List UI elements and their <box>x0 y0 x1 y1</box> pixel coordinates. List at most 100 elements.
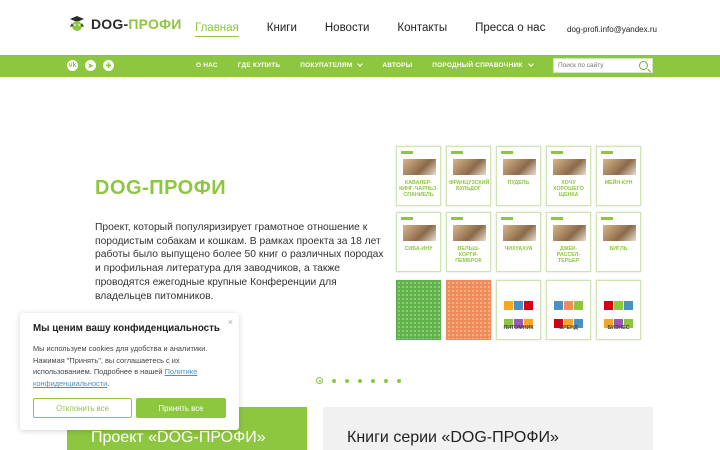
subnav-authors[interactable]: АВТОРЫ <box>382 62 412 69</box>
book-title: СИБА-ИНУ <box>404 246 433 252</box>
social-links: vk ➤ ✚ <box>67 60 121 71</box>
subnav-customers[interactable]: ПОКУПАТЕЛЯМ <box>300 61 364 69</box>
subnav-where-to-buy-label: ГДЕ КУПИТЬ <box>237 62 281 69</box>
top-header: DOG-ПРОФИ Главная Книги Новости Контакты… <box>0 0 720 55</box>
slider-dot[interactable] <box>384 378 388 383</box>
nav-books[interactable]: Книги <box>267 22 297 37</box>
brand-mark <box>401 217 413 220</box>
cookie-text: Мы используем cookies для удобства и ана… <box>33 343 228 390</box>
book-title: МЕЙН-КУН <box>604 180 633 186</box>
slider-dot[interactable] <box>371 378 375 383</box>
letter-blocks <box>503 297 536 328</box>
hero-description: Проект, который популяризирует грамотное… <box>95 222 384 302</box>
dog-photo <box>603 225 636 241</box>
contact-email[interactable]: dog-profi.info@yandex.ru <box>567 25 657 34</box>
nav-press[interactable]: Пресса о нас <box>475 22 545 37</box>
brand-mark <box>601 217 613 220</box>
project-card-title: Проект «DOG-ПРОФИ» <box>91 429 266 446</box>
book-title: БИГЛЬ <box>609 246 628 252</box>
dog-photo <box>403 159 436 175</box>
logo-text: DOG-ПРОФИ <box>91 16 181 32</box>
book-title: ПИТОМНИК <box>503 325 534 331</box>
dog-photo <box>453 159 486 175</box>
dog-photo <box>403 225 436 241</box>
slider-dot[interactable] <box>332 378 336 383</box>
book-title: ПУДЕЛЬ <box>507 180 530 186</box>
book-cover[interactable]: СИБА-ИНУ <box>396 212 441 272</box>
books-series-card[interactable]: Книги серии «DOG-ПРОФИ» <box>323 407 653 450</box>
brand-mark <box>401 151 413 154</box>
dog-photo <box>503 159 536 175</box>
site-logo[interactable]: DOG-ПРОФИ <box>67 14 181 34</box>
nav-news[interactable]: Новости <box>325 22 370 37</box>
book-title: БИЗНЕС <box>607 325 630 331</box>
brand-mark <box>451 151 463 154</box>
slider-dot[interactable] <box>345 378 349 383</box>
book-title: ФРАНЦУЗСКИЙ БУЛЬДОГ <box>449 180 490 192</box>
book-cover[interactable]: БРЕНД <box>546 280 591 340</box>
search-box <box>553 58 653 73</box>
book-title: ВЕЛЬШ-КОРГИ-ПЕМБРОК <box>455 246 482 264</box>
subnav-about-label: О НАС <box>196 62 218 69</box>
main-nav: Главная Книги Новости Контакты Пресса о … <box>195 22 573 37</box>
dog-photo <box>503 225 536 241</box>
letter-blocks <box>553 297 586 328</box>
vk-icon[interactable]: vk <box>67 60 78 71</box>
brand-mark <box>501 151 513 154</box>
slider-dot-active[interactable] <box>316 377 323 384</box>
subnav-customers-label: ПОКУПАТЕЛЯМ <box>300 62 353 69</box>
ok-icon[interactable]: ✚ <box>103 60 114 71</box>
dog-photo <box>453 225 486 241</box>
subnav-where-to-buy[interactable]: ГДЕ КУПИТЬ <box>238 62 280 69</box>
nav-home[interactable]: Главная <box>195 22 239 37</box>
slider-pagination <box>316 377 410 384</box>
book-cover[interactable]: БИЗНЕС <box>596 280 641 340</box>
close-icon[interactable]: × <box>228 317 233 327</box>
secondary-nav: О НАС ГДЕ КУПИТЬ ПОКУПАТЕЛЯМ АВТОРЫ ПОРО… <box>196 61 553 69</box>
book-cover[interactable]: ЧИХУАХУА <box>496 212 541 272</box>
slider-dot[interactable] <box>358 378 362 383</box>
books-series-card-title: Книги серии «DOG-ПРОФИ» <box>347 429 559 446</box>
brand-mark <box>551 217 563 220</box>
hero-title: DOG-ПРОФИ <box>95 177 227 199</box>
book-cover[interactable]: КАВАЛЕР-КИНГ-ЧАРЛЬЗ-СПАНИЕЛЬ <box>396 146 441 206</box>
subnav-authors-label: АВТОРЫ <box>382 62 413 69</box>
chevron-down-icon <box>357 61 364 67</box>
dog-photo <box>553 159 586 175</box>
book-cover[interactable] <box>396 280 441 340</box>
book-cover[interactable]: БИГЛЬ <box>596 212 641 272</box>
book-cover[interactable]: ПУДЕЛЬ <box>496 146 541 206</box>
search-icon[interactable] <box>639 61 648 70</box>
letter-blocks <box>603 297 636 328</box>
slider-dot[interactable] <box>397 378 401 383</box>
book-title: ХОЧУ ХОРОШЕГО ЩЕНКА <box>552 180 584 198</box>
books-collage[interactable]: КАВАЛЕР-КИНГ-ЧАРЛЬЗ-СПАНИЕЛЬ ФРАНЦУЗСКИЙ… <box>396 146 642 343</box>
decline-all-button[interactable]: Отклонить все <box>33 398 132 418</box>
subnav-breed-guide[interactable]: ПОРОДНЫЙ СПРАВОЧНИК <box>432 61 534 69</box>
chevron-down-icon <box>527 61 534 67</box>
book-cover[interactable]: ВЕЛЬШ-КОРГИ-ПЕМБРОК <box>446 212 491 272</box>
book-cover[interactable] <box>446 280 491 340</box>
dog-photo <box>553 225 586 241</box>
logo-text-suffix: ПРОФИ <box>128 16 182 32</box>
cookie-title: Мы ценим вашу конфиденциальность <box>33 323 220 334</box>
book-cover[interactable]: ХОЧУ ХОРОШЕГО ЩЕНКА <box>546 146 591 206</box>
telegram-icon[interactable]: ➤ <box>85 60 96 71</box>
nav-contacts[interactable]: Контакты <box>397 22 447 37</box>
brand-mark <box>451 217 463 220</box>
search-input[interactable] <box>554 62 634 69</box>
cookie-text-tail: . <box>107 379 110 389</box>
book-title: БРЕНД <box>559 325 578 331</box>
book-title: КАВАЛЕР-КИНГ-ЧАРЛЬЗ-СПАНИЕЛЬ <box>399 180 438 198</box>
book-cover[interactable]: ФРАНЦУЗСКИЙ БУЛЬДОГ <box>446 146 491 206</box>
book-cover[interactable]: ДЖЕК-РАССЕЛ-ТЕРЬЕР <box>546 212 591 272</box>
book-cover[interactable]: ПИТОМНИК <box>496 280 541 340</box>
book-cover[interactable]: МЕЙН-КУН <box>596 146 641 206</box>
subnav-breed-guide-label: ПОРОДНЫЙ СПРАВОЧНИК <box>432 62 523 69</box>
book-title: ЧИХУАХУА <box>504 246 533 252</box>
subnav-about[interactable]: О НАС <box>196 62 218 69</box>
cookie-consent-dialog: × Мы ценим вашу конфиденциальность Мы ис… <box>20 313 239 430</box>
dog-logo-icon <box>70 16 84 31</box>
brand-mark <box>601 151 613 154</box>
accept-all-button[interactable]: Принять все <box>136 398 226 418</box>
